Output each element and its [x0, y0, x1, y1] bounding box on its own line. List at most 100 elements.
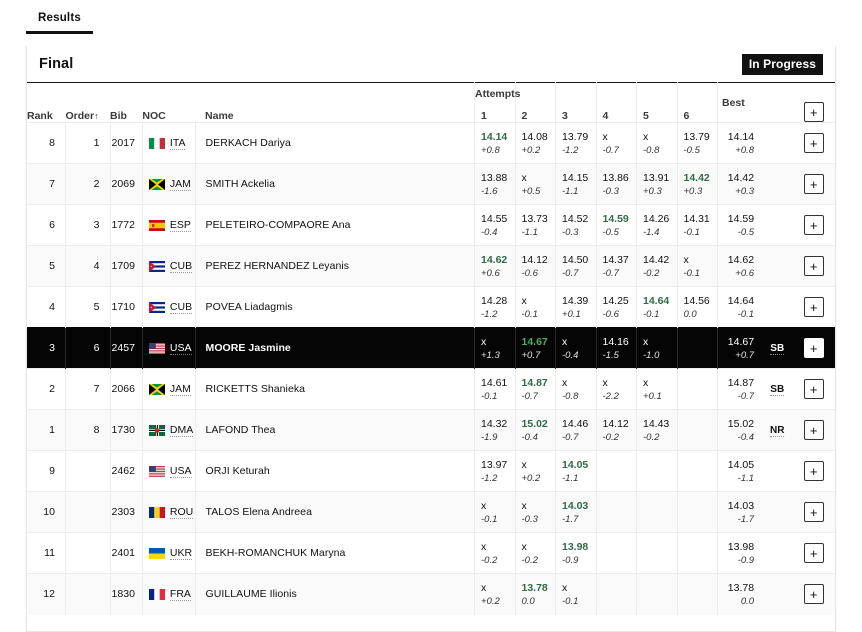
noc-code[interactable]: CUB	[169, 301, 193, 314]
cell-attempt-2: 14.67 +0.7	[514, 327, 556, 369]
col-header-rank[interactable]: Rank	[27, 83, 65, 123]
attempt-wind: -1.5	[602, 350, 619, 361]
cell-athlete-name[interactable]: PEREZ HERNANDEZ Leyanis	[194, 245, 475, 287]
cell-attempt-6: 14.42 +0.3	[676, 163, 718, 205]
col-header-best[interactable]: Best	[717, 82, 763, 123]
cell-athlete-name[interactable]: GUILLAUME Ilionis	[194, 573, 475, 615]
table-row[interactable]: 4 5 1710 CUB POVEA Liadagmis 14.28 -1.2 x -0.1 14…	[27, 286, 835, 328]
table-row[interactable]: 10 2303 ROU TALOS Elena Andreea x -0.1 x -0.3 14…	[27, 491, 835, 533]
table-row[interactable]: 3 6 2457 USA MOORE Jasmine x +1.3 14.67 +0.7 x -0.…	[27, 327, 835, 369]
noc-code[interactable]: DMA	[169, 424, 194, 437]
table-row[interactable]: 6 3 1772 ESP PELETEIRO-COMPAORE Ana 14.55 -0.4…	[27, 204, 835, 246]
attempt-mark: 14.67	[521, 336, 548, 348]
expand-all-button[interactable]: +	[803, 102, 824, 122]
expand-row-button[interactable]: +	[803, 133, 824, 153]
cell-athlete-name[interactable]: POVEA Liadagmis	[194, 286, 475, 328]
cell-best: 14.59 -0.5	[717, 204, 763, 246]
record-badge[interactable]: SB	[770, 343, 785, 355]
cell-athlete-name[interactable]: TALOS Elena Andreea	[194, 491, 475, 533]
col-header-name[interactable]: Name	[195, 83, 474, 123]
table-row[interactable]: 11 2401 UKR BEKH-ROMANCHUK Maryna x -0.2 x -0.2…	[27, 532, 835, 574]
attempt-wind: 0.0	[521, 596, 535, 608]
col-header-noc[interactable]: NOC	[142, 83, 195, 123]
expand-row-button[interactable]: +	[803, 502, 824, 522]
noc-code[interactable]: USA	[169, 465, 192, 478]
cell-athlete-name[interactable]: PELETEIRO-COMPAORE Ana	[194, 204, 475, 246]
attempt-wind: -0.8	[643, 145, 660, 156]
best-wind: -0.5	[737, 227, 755, 238]
expand-row-button[interactable]: +	[803, 379, 824, 399]
table-row[interactable]: 9 2462 USA ORJI Keturah 13.97 -1.2 x +0.2 14.05 -…	[27, 450, 835, 492]
expand-row-button[interactable]: +	[803, 256, 824, 276]
record-badge[interactable]: SB	[770, 384, 785, 396]
noc-code[interactable]: ROU	[169, 506, 194, 519]
table-row[interactable]: 8 1 2017 ITA DERKACH Dariya 14.14 +0.8 14.08 +0.…	[27, 122, 835, 164]
expand-row-button[interactable]: +	[803, 461, 824, 481]
expand-row-button[interactable]: +	[803, 420, 824, 440]
expand-row-button[interactable]: +	[803, 338, 824, 358]
noc-code[interactable]: JAM	[169, 383, 191, 396]
noc-code[interactable]: FRA	[169, 588, 191, 601]
attempt-wind: -0.8	[562, 391, 579, 402]
cell-athlete-name[interactable]: DERKACH Dariya	[194, 122, 475, 164]
cell-bib: 2457	[109, 327, 143, 369]
expand-row-button[interactable]: +	[803, 215, 824, 235]
table-row[interactable]: 5 4 1709 CUB PEREZ HERNANDEZ Leyanis 14.62 +0.…	[27, 245, 835, 287]
expand-row-button[interactable]: +	[803, 297, 824, 317]
cell-attempt-5: 14.64 -0.1	[636, 286, 677, 328]
cell-noc: USA	[141, 450, 196, 492]
cell-attempt-5: x +0.1	[636, 368, 677, 410]
attempt-mark: 14.42	[643, 254, 670, 266]
col-header-expand-all: +	[792, 83, 835, 123]
cell-rank: 11	[27, 532, 66, 574]
cell-record-badge: SB	[762, 368, 793, 410]
noc-code[interactable]: CUB	[169, 260, 193, 273]
attempt-mark: 14.15	[562, 172, 589, 184]
cell-athlete-name[interactable]: SMITH Ackelia	[194, 163, 475, 205]
cell-attempt-5: x -1.0	[636, 327, 677, 369]
cell-athlete-name[interactable]: LAFOND Thea	[194, 409, 475, 451]
attempt-wind: +0.2	[521, 145, 541, 156]
expand-row-button[interactable]: +	[803, 584, 824, 605]
cell-attempt-5	[636, 573, 677, 615]
cell-attempt-5	[636, 532, 677, 574]
attempt-mark: x	[481, 582, 487, 595]
table-row[interactable]: 2 7 2066 JAM RICKETTS Shanieka 14.61 -0.1 14.87…	[27, 368, 835, 410]
col-header-bib[interactable]: Bib	[110, 83, 142, 123]
cell-order: 2	[64, 163, 111, 205]
attempt-mark: 14.39	[562, 295, 589, 307]
record-badge[interactable]: NR	[770, 425, 785, 437]
flag-spain-icon	[148, 219, 165, 231]
best-wind: +0.8	[735, 145, 755, 156]
noc-code[interactable]: ITA	[169, 137, 186, 150]
cell-athlete-name[interactable]: RICKETTS Shanieka	[194, 368, 475, 410]
cell-noc: USA	[141, 327, 196, 369]
cell-expand: +	[792, 204, 835, 246]
cell-attempt-3: 14.46 -0.7	[555, 409, 596, 451]
table-row[interactable]: 7 2 2069 JAM SMITH Ackelia 13.88 -1.6 x +0.5 14.1…	[27, 163, 835, 205]
expand-row-button[interactable]: +	[803, 174, 824, 194]
noc-code[interactable]: USA	[169, 342, 192, 355]
tab-results[interactable]: Results	[26, 0, 93, 34]
attempt-mark: x	[643, 131, 649, 143]
col-header-order[interactable]: Order↑	[65, 83, 110, 123]
cell-attempt-6	[676, 409, 718, 451]
table-row[interactable]: 1 8 1730 DMA LAFOND Thea 14.32 -1.9 15.02 -0.4 14…	[27, 409, 835, 451]
cell-order	[64, 573, 111, 615]
noc-code[interactable]: UKR	[169, 547, 193, 560]
results-page: Results Final In Progress Rank Order↑ Bi…	[0, 0, 862, 632]
cell-athlete-name[interactable]: BEKH-ROMANCHUK Maryna	[194, 532, 475, 574]
cell-athlete-name[interactable]: MOORE Jasmine	[194, 327, 475, 369]
cell-expand: +	[792, 327, 835, 369]
attempt-mark: x	[521, 500, 527, 512]
noc-code[interactable]: JAM	[169, 178, 191, 191]
cell-athlete-name[interactable]: ORJI Keturah	[194, 450, 475, 492]
noc-code[interactable]: ESP	[169, 219, 191, 232]
attempt-wind: 0.0	[683, 309, 697, 320]
attempt-mark	[603, 470, 631, 472]
cell-record-badge	[762, 532, 793, 574]
expand-row-button[interactable]: +	[803, 543, 824, 563]
cell-attempt-6: 14.56 0.0	[676, 286, 718, 328]
tab-results-label: Results	[38, 12, 81, 24]
table-row[interactable]: 12 1830 FRA GUILLAUME Ilionis x +0.2 13.78 0.0 x…	[27, 573, 835, 615]
